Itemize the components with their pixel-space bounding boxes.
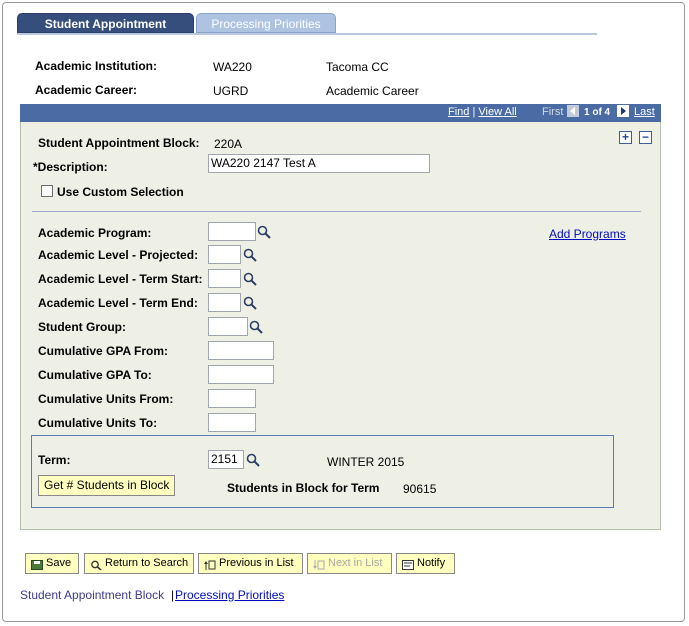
next-in-list-button[interactable]: Next in List: [307, 553, 392, 574]
section-divider: [32, 211, 641, 212]
level-term-end-input[interactable]: [208, 293, 241, 312]
career-code: UGRD: [213, 84, 249, 98]
tab-processing-priorities[interactable]: Processing Priorities: [196, 13, 336, 33]
term-description: WINTER 2015: [327, 455, 405, 469]
level-projected-label: Academic Level - Projected:: [38, 248, 199, 262]
notify-icon: [402, 558, 414, 571]
custom-selection-label: Use Custom Selection: [57, 185, 184, 199]
last-link[interactable]: Last: [634, 106, 655, 118]
career-name: Academic Career: [326, 84, 419, 98]
nav-separator: |: [472, 106, 476, 118]
block-label: Student Appointment Block:: [38, 136, 200, 150]
level-projected-lookup-icon[interactable]: [243, 248, 257, 262]
save-icon: [31, 558, 43, 571]
units-to-input[interactable]: [208, 413, 256, 432]
level-term-start-label: Academic Level - Term Start:: [38, 272, 203, 286]
previous-in-list-button[interactable]: Previous in List: [198, 553, 303, 574]
row-position: 1 of 4: [584, 107, 611, 118]
scroll-nav: Find | View All: [448, 103, 517, 121]
next-list-icon: [313, 558, 325, 570]
level-term-end-label: Academic Level - Term End:: [38, 296, 198, 310]
add-row-button[interactable]: +: [619, 131, 632, 144]
next-in-list-label: Next in List: [328, 557, 383, 569]
custom-selection-checkbox[interactable]: [41, 185, 53, 197]
level-term-end-lookup-icon[interactable]: [243, 296, 257, 310]
term-lookup-icon[interactable]: [246, 453, 260, 467]
save-button[interactable]: Save: [25, 553, 79, 574]
institution-code: WA220: [213, 60, 252, 74]
add-programs-link[interactable]: Add Programs: [549, 227, 626, 241]
career-label: Academic Career:: [35, 83, 138, 97]
footer-separator: |: [171, 588, 175, 602]
units-to-label: Cumulative Units To:: [38, 416, 158, 430]
get-students-button[interactable]: Get # Students in Block: [38, 475, 175, 496]
level-projected-input[interactable]: [208, 245, 241, 264]
next-arrow-icon[interactable]: [617, 105, 629, 117]
scroll-area-header: [20, 104, 661, 123]
description-label: *Description:: [33, 160, 108, 174]
gpa-from-input[interactable]: [208, 341, 274, 360]
term-group-box: [31, 435, 614, 508]
find-link[interactable]: Find: [448, 106, 469, 118]
block-value: 220A: [214, 137, 243, 151]
units-from-label: Cumulative Units From:: [38, 392, 174, 406]
gpa-from-label: Cumulative GPA From:: [38, 344, 169, 358]
notify-label: Notify: [417, 557, 446, 569]
units-from-input[interactable]: [208, 389, 256, 408]
student-group-input[interactable]: [208, 317, 248, 336]
tab-student-appointment-block[interactable]: Student Appointment Block: [17, 13, 194, 51]
search-icon: [90, 558, 102, 571]
delete-row-button[interactable]: −: [639, 131, 652, 144]
previous-in-list-label: Previous in List: [219, 557, 294, 569]
level-term-start-input[interactable]: [208, 269, 241, 288]
institution-label: Academic Institution:: [35, 59, 158, 73]
save-label: Save: [46, 557, 72, 569]
first-arrow-icon[interactable]: [567, 105, 579, 117]
first-label: First: [542, 106, 564, 118]
student-group-label: Student Group:: [38, 320, 126, 334]
gpa-to-label: Cumulative GPA To:: [38, 368, 152, 382]
footer-link-student-appointment-block[interactable]: Student Appointment Block: [20, 588, 164, 602]
term-label: Term:: [38, 453, 71, 467]
notify-button[interactable]: Notify: [396, 553, 455, 574]
return-to-search-button[interactable]: Return to Search: [84, 553, 194, 574]
student-group-lookup-icon[interactable]: [249, 320, 263, 334]
footer-link-processing-priorities[interactable]: Processing Priorities: [175, 588, 284, 602]
gpa-to-input[interactable]: [208, 365, 274, 384]
institution-name: Tacoma CC: [326, 60, 389, 74]
academic-program-label: Academic Program:: [38, 226, 152, 240]
view-all-link[interactable]: View All: [478, 106, 516, 118]
academic-program-input[interactable]: [208, 222, 256, 241]
tab-underline: [17, 33, 597, 35]
academic-program-lookup-icon[interactable]: [257, 225, 271, 239]
previous-list-icon: [204, 558, 216, 571]
students-in-block-value: 90615: [403, 482, 437, 496]
students-in-block-label: Students in Block for Term: [227, 481, 380, 495]
term-input[interactable]: 2151: [208, 450, 244, 469]
description-input[interactable]: WA220 2147 Test A: [208, 154, 430, 173]
level-term-start-lookup-icon[interactable]: [243, 272, 257, 286]
return-to-search-label: Return to Search: [105, 557, 189, 569]
